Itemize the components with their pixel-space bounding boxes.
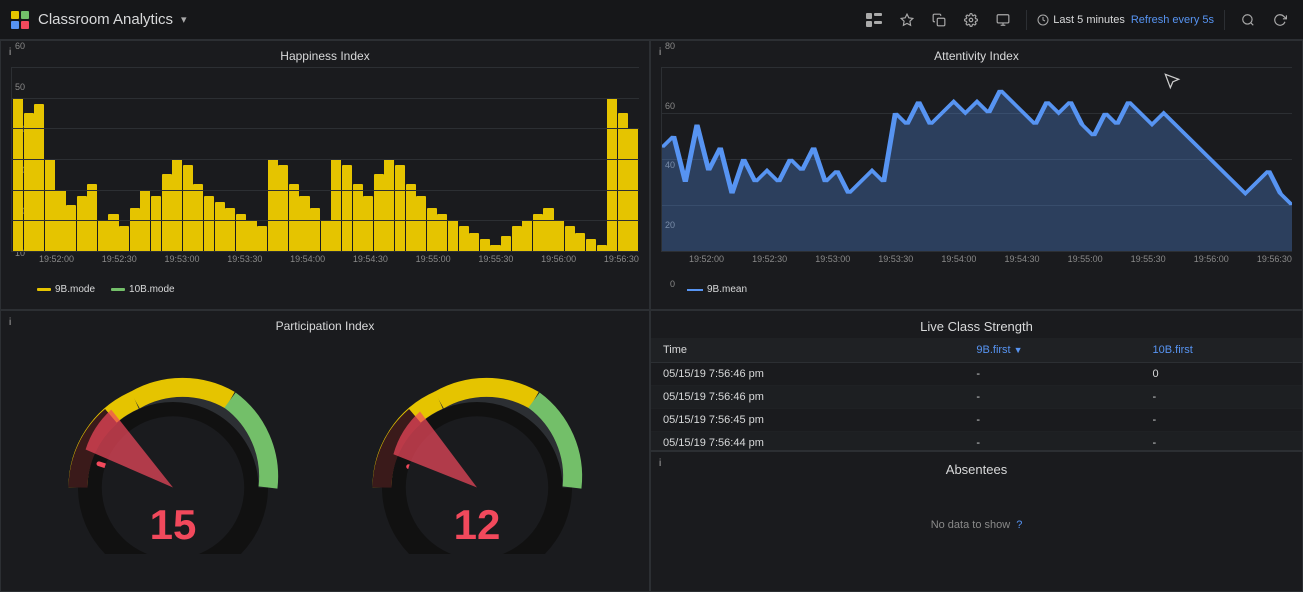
happiness-title: Happiness Index xyxy=(1,41,649,67)
gauge2-value: 12 xyxy=(454,501,501,549)
gauge1-value: 15 xyxy=(150,501,197,549)
legend-mean-label: 9B.mean xyxy=(707,284,747,295)
app-dropdown-icon[interactable]: ▾ xyxy=(181,13,187,26)
col-9b-first[interactable]: 9B.first ▼ xyxy=(964,338,1140,363)
screen-button[interactable] xyxy=(990,9,1016,31)
no-data-message: No data to show ? xyxy=(651,483,1302,566)
cell-time: 05/15/19 7:56:46 pm xyxy=(651,386,964,409)
topbar: Classroom Analytics ▾ xyxy=(0,0,1303,40)
live-class-title: Live Class Strength xyxy=(651,311,1302,338)
legend-9b-dot xyxy=(37,288,51,291)
participation-panel: i Participation Index xyxy=(0,310,650,592)
happiness-legend: 9B.mode 10B.mode xyxy=(1,280,649,295)
legend-10b-dot xyxy=(111,288,125,291)
topbar-right: Last 5 minutes Refresh every 5s xyxy=(860,9,1293,31)
participation-info-icon[interactable]: i xyxy=(9,317,11,328)
legend-mean-line xyxy=(687,289,703,291)
sort-arrow: ▼ xyxy=(1014,345,1023,355)
legend-9b-label: 9B.mode xyxy=(55,284,95,295)
happiness-panel: i Happiness Index 60 50 40 30 20 10 xyxy=(0,40,650,310)
cell-time: 05/15/19 7:56:46 pm xyxy=(651,363,964,386)
attentivity-title: Attentivity Index xyxy=(651,41,1302,67)
star-button[interactable] xyxy=(894,9,920,31)
resize-handle-vertical[interactable] xyxy=(643,41,649,309)
resize-handle-horizontal[interactable] xyxy=(1,303,649,309)
absentees-info-icon[interactable]: i xyxy=(659,458,661,469)
cell-10b: - xyxy=(1141,409,1302,432)
absentees-panel: i Absentees No data to show ? xyxy=(650,451,1303,592)
help-icon[interactable]: ? xyxy=(1016,519,1022,531)
col-10b-first: 10B.first xyxy=(1141,338,1302,363)
cell-10b: - xyxy=(1141,386,1302,409)
cell-10b: 0 xyxy=(1141,363,1302,386)
table-row: 05/15/19 7:56:45 pm - - xyxy=(651,409,1302,432)
cell-time: 05/15/19 7:56:45 pm xyxy=(651,409,964,432)
cell-10b: - xyxy=(1141,432,1302,452)
happiness-x-labels: 19:52:0019:52:3019:53:0019:53:3019:54:00… xyxy=(39,254,639,264)
gauge1-wrap: 15 xyxy=(43,359,303,559)
legend-10b-mode: 10B.mode xyxy=(111,284,175,295)
cell-9b: - xyxy=(964,386,1140,409)
col-time: Time xyxy=(651,338,964,363)
cell-9b: - xyxy=(964,363,1140,386)
table-row: 05/15/19 7:56:46 pm - 0 xyxy=(651,363,1302,386)
app-title: Classroom Analytics xyxy=(38,11,173,28)
participation-title: Participation Index xyxy=(1,311,649,337)
legend-10b-label: 10B.mode xyxy=(129,284,175,295)
refresh-button[interactable] xyxy=(1267,9,1293,31)
copy-button[interactable] xyxy=(926,9,952,31)
gear-button[interactable] xyxy=(958,9,984,31)
resize-v-participation[interactable] xyxy=(643,311,649,591)
table-header-row: Time 9B.first ▼ 10B.first xyxy=(651,338,1302,363)
search-button[interactable] xyxy=(1235,9,1261,31)
legend-9b-mode: 9B.mode xyxy=(37,284,95,295)
attentivity-area xyxy=(662,90,1292,251)
bars-button[interactable] xyxy=(860,9,888,31)
table-row: 05/15/19 7:56:44 pm - - xyxy=(651,432,1302,452)
cell-time: 05/15/19 7:56:44 pm xyxy=(651,432,964,452)
time-range-label: Last 5 minutes xyxy=(1053,14,1125,26)
live-class-panel: Live Class Strength Time 9B.first ▼ 10B.… xyxy=(650,310,1303,451)
main-grid: i Happiness Index 60 50 40 30 20 10 xyxy=(0,40,1303,592)
absentees-title: Absentees xyxy=(651,452,1302,483)
divider2 xyxy=(1224,10,1225,30)
right-panels: Live Class Strength Time 9B.first ▼ 10B.… xyxy=(650,310,1303,592)
no-data-text: No data to show xyxy=(931,519,1011,531)
attentivity-legend: 9B.mean xyxy=(651,280,1302,295)
attentivity-panel: i Attentivity Index 80 60 40 20 0 xyxy=(650,40,1303,310)
topbar-left: Classroom Analytics ▾ xyxy=(10,10,187,30)
app-icon xyxy=(10,10,30,30)
time-range-button[interactable]: Last 5 minutes xyxy=(1037,14,1125,26)
gauge2-wrap: 12 xyxy=(347,359,607,559)
legend-9b-mean: 9B.mean xyxy=(687,284,747,295)
live-class-table: Time 9B.first ▼ 10B.first 05/15/19 7:56:… xyxy=(651,338,1302,451)
divider xyxy=(1026,10,1027,30)
cell-9b: - xyxy=(964,432,1140,452)
attentivity-x-labels: 19:52:0019:52:3019:53:0019:53:3019:54:00… xyxy=(689,254,1292,264)
table-row: 05/15/19 7:56:46 pm - - xyxy=(651,386,1302,409)
gauges-container: 15 12 xyxy=(1,337,649,591)
resize-handle-h-att[interactable] xyxy=(651,303,1302,309)
cell-9b: - xyxy=(964,409,1140,432)
refresh-label[interactable]: Refresh every 5s xyxy=(1131,14,1214,26)
